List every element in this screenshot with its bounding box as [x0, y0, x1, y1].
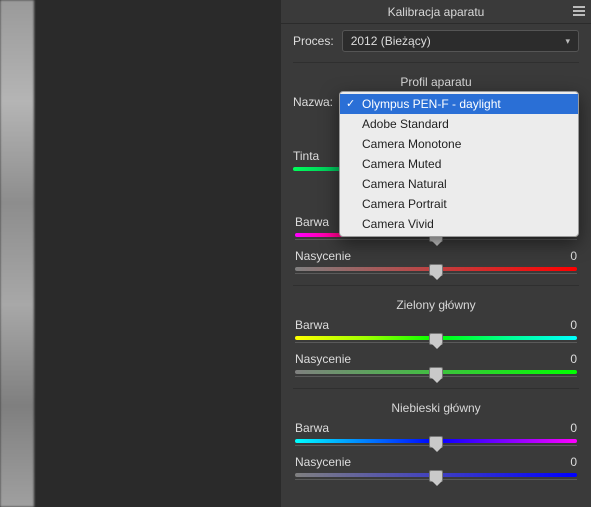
empty-area [34, 0, 281, 507]
divider [293, 388, 579, 389]
blue-sat-slider[interactable] [295, 471, 577, 481]
profile-dropdown-open[interactable]: ✓ Olympus PEN-F - daylight Adobe Standar… [339, 91, 579, 237]
blue-sat-block: Nasycenie 0 [281, 453, 591, 487]
blue-hue-slider[interactable] [295, 437, 577, 447]
red-sat-block: Nasycenie 0 [281, 247, 591, 281]
process-label: Proces: [293, 34, 334, 48]
green-hue-slider[interactable] [295, 334, 577, 344]
green-section-title: Zielony główny [281, 290, 591, 316]
profile-name-label: Nazwa: [293, 95, 333, 109]
profile-option-label: Olympus PEN-F - daylight [362, 96, 501, 112]
blue-hue-block: Barwa 0 [281, 419, 591, 453]
profile-option-label: Camera Natural [362, 176, 447, 192]
check-icon: ✓ [346, 96, 355, 112]
process-select[interactable]: 2012 (Bieżący) ▾ [342, 30, 579, 52]
chevron-down-icon: ▾ [565, 36, 570, 47]
profile-option[interactable]: Adobe Standard [340, 114, 578, 134]
profile-option[interactable]: Camera Muted [340, 154, 578, 174]
green-hue-block: Barwa 0 [281, 316, 591, 350]
blue-hue-value: 0 [557, 421, 577, 435]
profile-name-row: Nazwa: ✓ Olympus PEN-F - daylight Adobe … [281, 93, 591, 213]
profile-option-selected[interactable]: ✓ Olympus PEN-F - daylight [340, 94, 578, 114]
slider-thumb[interactable] [429, 436, 443, 448]
blue-section-title: Niebieski główny [281, 393, 591, 419]
panel-title: Kalibracja aparatu [388, 5, 485, 19]
process-value: 2012 (Bieżący) [351, 34, 431, 48]
slider-thumb[interactable] [429, 470, 443, 482]
blue-sat-value: 0 [557, 455, 577, 469]
divider [293, 285, 579, 286]
slider-thumb[interactable] [429, 333, 443, 345]
image-preview-strip [0, 0, 34, 507]
profile-option-label: Camera Monotone [362, 136, 461, 152]
tinta-label: Tinta [293, 149, 319, 163]
profile-option-label: Adobe Standard [362, 116, 449, 132]
green-sat-label: Nasycenie [295, 352, 351, 366]
blue-sat-label: Nasycenie [295, 455, 351, 469]
slider-thumb[interactable] [429, 367, 443, 379]
profile-option-label: Camera Muted [362, 156, 441, 172]
red-sat-label: Nasycenie [295, 249, 351, 263]
profile-option[interactable]: Camera Natural [340, 174, 578, 194]
green-sat-block: Nasycenie 0 [281, 350, 591, 384]
profile-option[interactable]: Camera Portrait [340, 194, 578, 214]
profile-option-label: Camera Portrait [362, 196, 447, 212]
green-hue-value: 0 [557, 318, 577, 332]
green-sat-slider[interactable] [295, 368, 577, 378]
red-sat-value: 0 [557, 249, 577, 263]
profile-option[interactable]: Camera Monotone [340, 134, 578, 154]
red-hue-label: Barwa [295, 215, 329, 229]
panel-menu-icon[interactable] [573, 4, 585, 18]
camera-calibration-panel: Kalibracja aparatu Proces: 2012 (Bieżący… [281, 0, 591, 507]
profile-option[interactable]: Camera Vivid [340, 214, 578, 234]
slider-thumb[interactable] [429, 264, 443, 276]
green-sat-value: 0 [557, 352, 577, 366]
profile-option-label: Camera Vivid [362, 216, 434, 232]
green-hue-label: Barwa [295, 318, 329, 332]
process-row: Proces: 2012 (Bieżący) ▾ [281, 24, 591, 58]
panel-header: Kalibracja aparatu [281, 0, 591, 24]
divider [293, 62, 579, 63]
blue-hue-label: Barwa [295, 421, 329, 435]
profile-section-title: Profil aparatu [281, 67, 591, 93]
red-sat-slider[interactable] [295, 265, 577, 275]
